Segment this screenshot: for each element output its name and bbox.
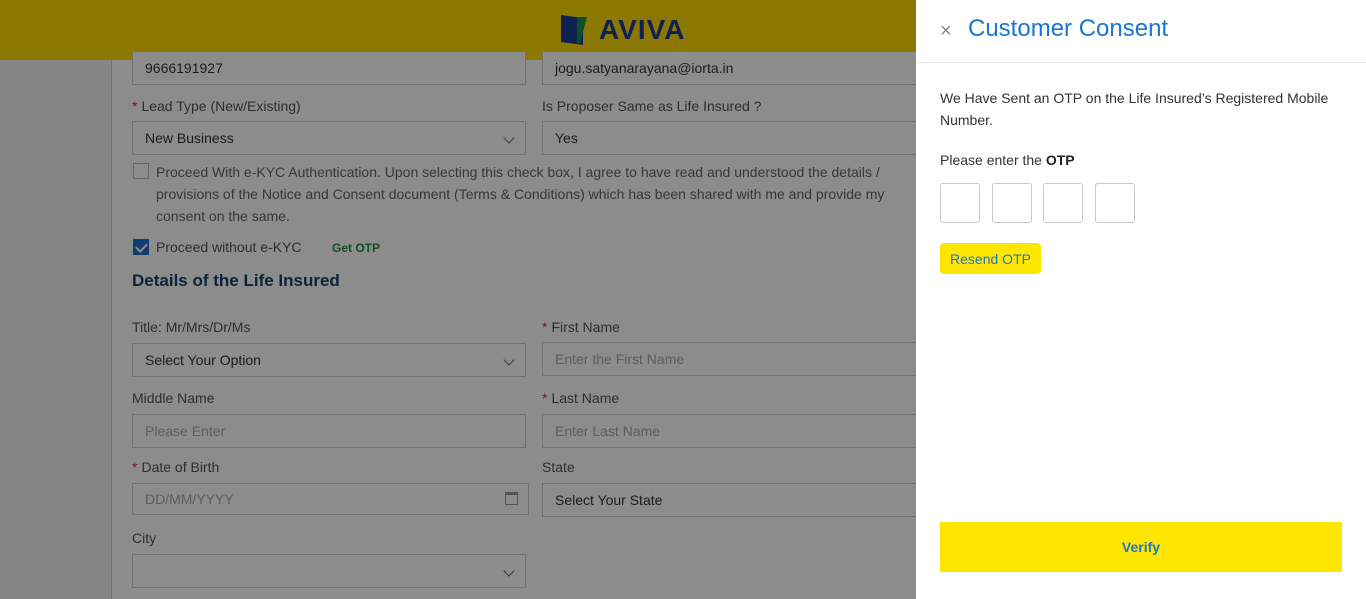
resend-otp-button[interactable]: Resend OTP (940, 243, 1041, 274)
drawer-header: × Customer Consent (916, 0, 1366, 63)
otp-digit-4[interactable] (1095, 183, 1135, 223)
otp-sent-message: We Have Sent an OTP on the Life Insured’… (940, 90, 1329, 128)
otp-digit-2[interactable] (992, 183, 1032, 223)
otp-digit-1[interactable] (940, 183, 980, 223)
drawer-title: Customer Consent (968, 15, 1169, 42)
verify-button[interactable]: Verify (940, 522, 1342, 572)
customer-consent-drawer: × Customer Consent We Have Sent an OTP o… (916, 0, 1366, 599)
modal-backdrop[interactable] (0, 0, 916, 599)
close-icon[interactable]: × (940, 21, 956, 41)
otp-digit-3[interactable] (1043, 183, 1083, 223)
otp-prompt: Please enter the OTP (940, 152, 1075, 168)
